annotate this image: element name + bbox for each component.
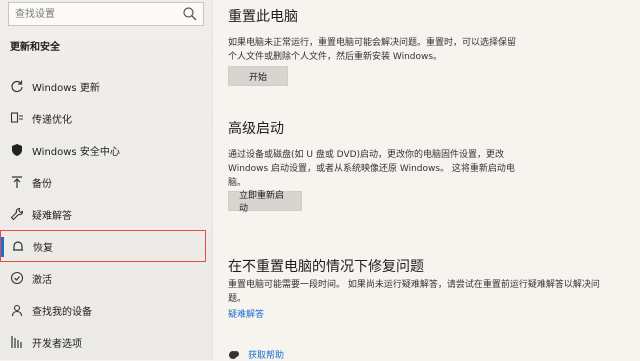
advanced-startup-title: 高级启动 — [228, 121, 284, 137]
check-circle-icon — [10, 271, 24, 285]
sidebar-item-label: 恢复 — [33, 242, 53, 254]
restart-now-button[interactable]: 立即重新启动 — [228, 191, 302, 214]
section-title: 更新和安全 — [10, 42, 60, 53]
search-box[interactable] — [8, 2, 204, 26]
recovery-icon — [11, 239, 25, 253]
wrench-icon — [10, 207, 24, 221]
delivery-icon — [10, 111, 24, 125]
person-pin-icon — [10, 303, 24, 317]
sidebar-item-windows-update[interactable]: Windows 更新 — [0, 70, 212, 102]
get-help-link[interactable]: 获取帮助 — [228, 348, 284, 361]
sidebar-item-developer-options[interactable]: 开发者选项 — [0, 326, 212, 358]
sidebar-item-label: 疑难解答 — [32, 210, 72, 222]
sidebar-item-backup[interactable]: 备份 — [0, 166, 212, 198]
sidebar-item-activation[interactable]: 激活 — [0, 262, 212, 294]
sidebar-item-recovery[interactable]: 恢复 — [0, 230, 206, 262]
sidebar-item-label: Windows 安全中心 — [32, 146, 120, 158]
sidebar-item-label: 激活 — [32, 274, 52, 286]
refresh-icon — [10, 79, 24, 93]
sidebar-nav: Windows 更新 传递优化 Windows 安全中心 备份 疑难解答 恢复 … — [0, 70, 212, 358]
sidebar-item-troubleshoot[interactable]: 疑难解答 — [0, 198, 212, 230]
search-input[interactable] — [15, 3, 175, 25]
reset-pc-description: 如果电脑未正常运行，重置电脑可能会解决问题。重置时，可以选择保留 个人文件或删除… — [228, 38, 517, 62]
reset-pc-title: 重置此电脑 — [228, 9, 298, 25]
shield-icon — [10, 143, 24, 157]
search-icon[interactable] — [182, 6, 198, 22]
fix-without-reset-description: 重置电脑可能需要一段时间。 如果尚未运行疑难解答，请尝试在重置前运行疑难解答以解… — [228, 280, 600, 304]
developer-icon — [10, 335, 24, 349]
sidebar: 更新和安全 Windows 更新 传递优化 Windows 安全中心 备份 — [0, 0, 213, 360]
sidebar-item-find-my-device[interactable]: 查找我的设备 — [0, 294, 212, 326]
sidebar-item-label: 备份 — [32, 178, 52, 190]
reset-start-button[interactable]: 开始 — [228, 66, 288, 86]
sidebar-item-label: 查找我的设备 — [32, 306, 92, 318]
sidebar-item-delivery-optimization[interactable]: 传递优化 — [0, 102, 212, 134]
advanced-startup-description: 通过设备或磁盘(如 U 盘或 DVD)启动，更改你的电脑固件设置，更改 Wind… — [228, 150, 515, 188]
main-content: 重置此电脑 如果电脑未正常运行，重置电脑可能会解决问题。重置时，可以选择保留 个… — [212, 0, 640, 361]
sidebar-item-windows-security[interactable]: Windows 安全中心 — [0, 134, 212, 166]
sidebar-item-label: Windows 更新 — [32, 82, 100, 94]
backup-arrow-icon — [10, 175, 24, 189]
sidebar-item-label: 开发者选项 — [32, 338, 82, 350]
active-indicator — [1, 237, 4, 257]
help-chat-icon — [229, 350, 239, 359]
troubleshoot-link[interactable]: 疑难解答 — [228, 307, 264, 320]
sidebar-item-label: 传递优化 — [32, 114, 72, 126]
fix-without-reset-title: 在不重置电脑的情况下修复问题 — [228, 259, 424, 275]
